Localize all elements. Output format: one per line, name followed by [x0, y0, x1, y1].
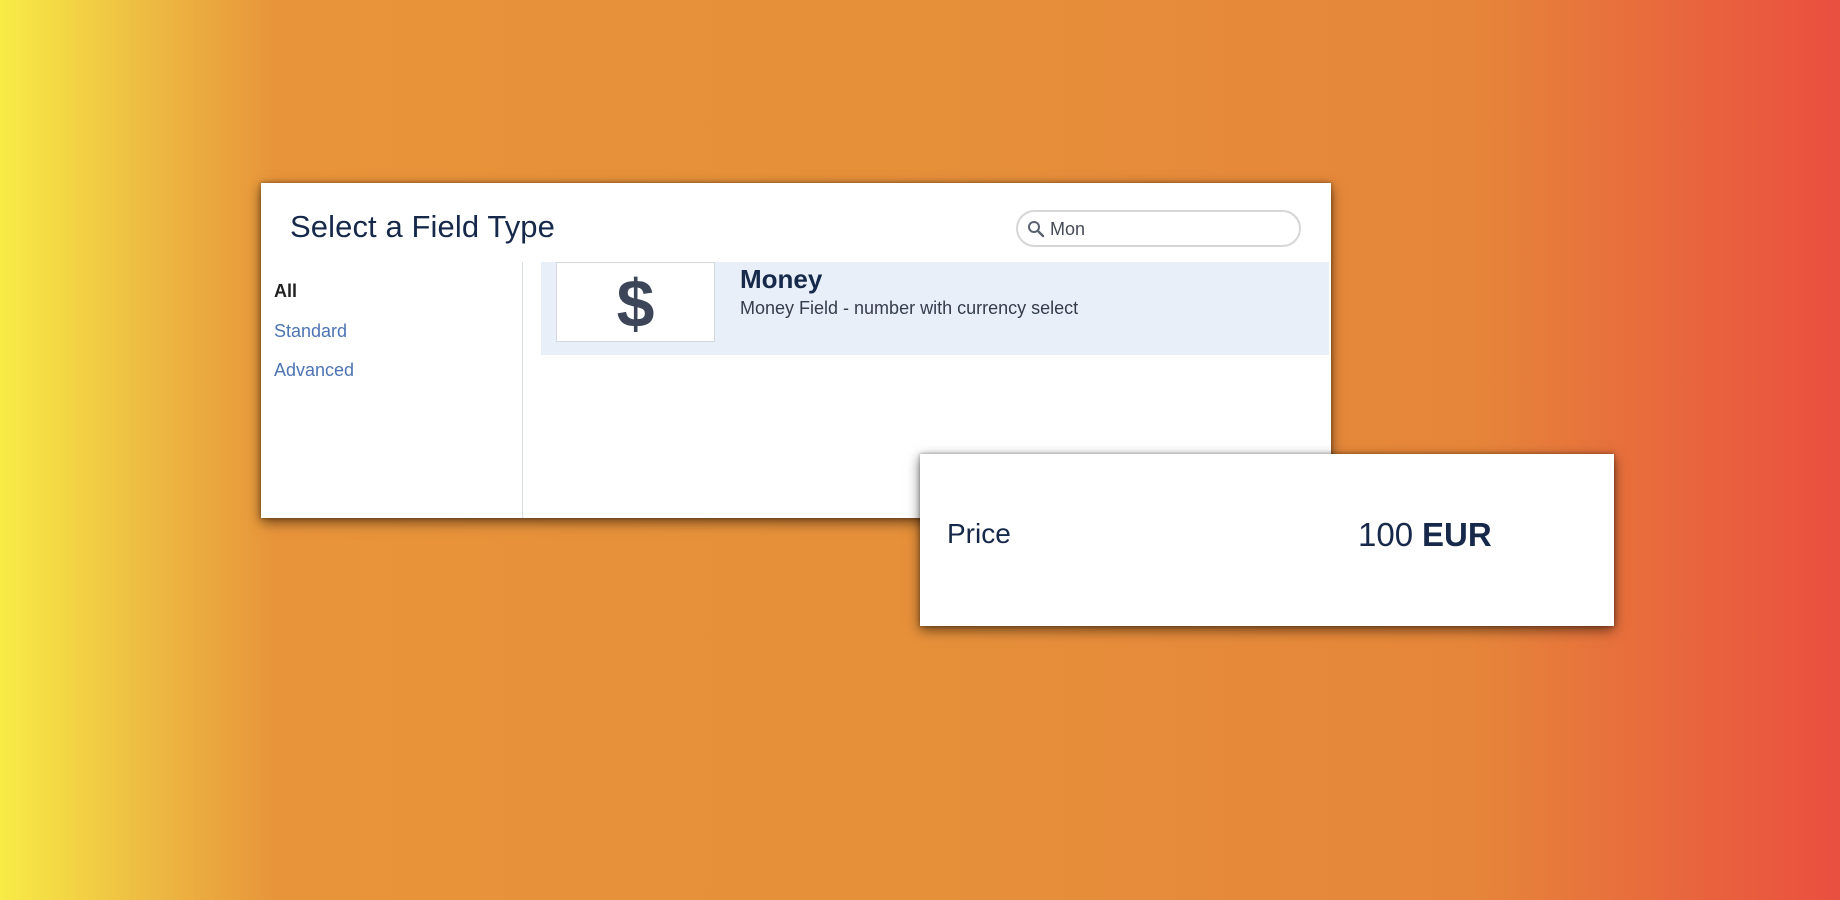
sidebar-item-standard[interactable]: Standard: [274, 321, 347, 342]
search-icon: [1027, 220, 1045, 238]
category-sidebar: All Standard Advanced: [261, 262, 523, 518]
sidebar-item-advanced[interactable]: Advanced: [274, 360, 354, 381]
field-type-description: Money Field - number with currency selec…: [740, 298, 1079, 318]
price-label: Price: [947, 518, 1011, 549]
price-currency: EUR: [1422, 516, 1492, 553]
field-type-thumbnail: $: [556, 262, 715, 342]
price-preview-card: Price 100 EUR: [920, 454, 1614, 626]
field-type-title: Money: [740, 264, 823, 294]
search-box[interactable]: [1016, 210, 1301, 247]
field-type-item-money[interactable]: $ Money Money Field - number with curren…: [541, 262, 1329, 355]
dialog-title: Select a Field Type: [290, 209, 555, 244]
dollar-sign-icon: $: [616, 266, 655, 342]
search-input[interactable]: [1050, 216, 1280, 242]
sidebar-item-all[interactable]: All: [274, 281, 297, 302]
price-amount: 100: [1358, 516, 1414, 553]
